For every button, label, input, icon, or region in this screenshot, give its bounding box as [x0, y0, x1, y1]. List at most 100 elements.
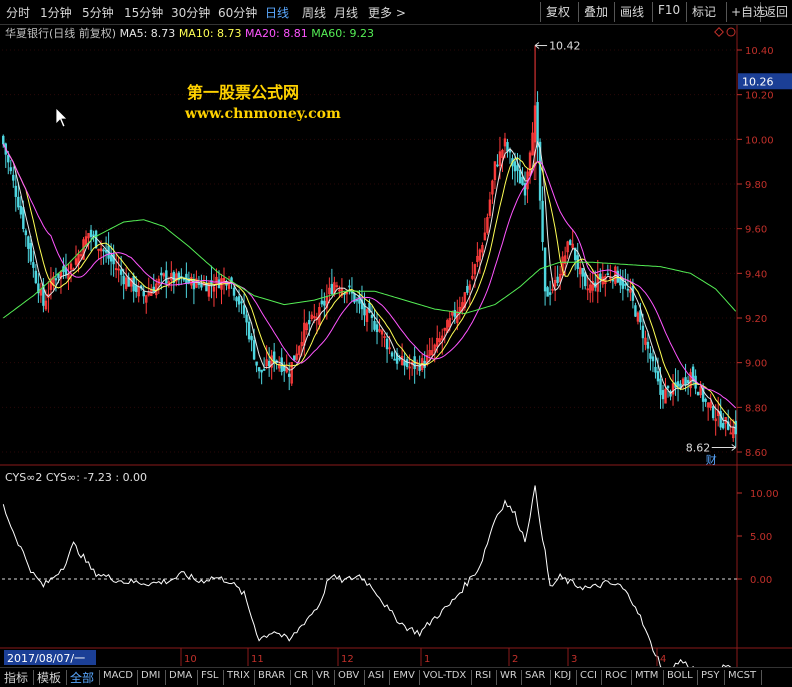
tab-fsl[interactable]: FSL: [201, 670, 219, 681]
tab-trix[interactable]: TRIX: [227, 670, 250, 681]
month-label: 11: [251, 654, 264, 665]
draw-line-button[interactable]: 画线: [620, 3, 644, 20]
f10-button[interactable]: F10: [658, 3, 680, 17]
tab-separator: [197, 670, 198, 685]
month-label: 3: [571, 654, 577, 665]
tf-1min[interactable]: 1分钟: [40, 4, 72, 21]
candle-body: [496, 164, 499, 167]
month-label: 10: [184, 654, 197, 665]
tf-more[interactable]: 更多 >: [368, 4, 406, 21]
candle-body: [22, 207, 25, 230]
candle-body: [348, 285, 351, 288]
tab-vr[interactable]: VR: [316, 670, 330, 681]
tab-kdj[interactable]: KDJ: [554, 670, 571, 681]
tab-cr[interactable]: CR: [294, 670, 308, 681]
candle-body: [453, 309, 457, 317]
tf-daily[interactable]: 日线: [265, 4, 289, 21]
kline-chart[interactable]: 10.4010.2010.009.809.609.409.209.008.808…: [0, 0, 792, 686]
tab-separator: [290, 670, 291, 685]
candle-body: [104, 250, 108, 253]
add-watchlist-button[interactable]: +自选: [731, 3, 765, 20]
tab-mcst[interactable]: MCST: [728, 670, 756, 681]
candle-body: [260, 369, 263, 373]
tab-emv[interactable]: EMV: [393, 670, 415, 681]
high-annotation-label: 10.42: [549, 40, 581, 53]
candle-body: [729, 432, 732, 435]
tf-5min[interactable]: 5分钟: [82, 4, 114, 21]
price-tick-label: 8.60: [745, 448, 767, 459]
tab-separator: [601, 670, 602, 685]
candle-body: [255, 361, 258, 366]
candle-body: [192, 278, 196, 290]
toolbar-separator: [578, 2, 579, 22]
candle-body: [27, 236, 30, 249]
tf-weekly[interactable]: 周线: [302, 4, 326, 21]
tf-monthly[interactable]: 月线: [334, 4, 358, 21]
candle-body: [320, 300, 324, 305]
price-tick-label: 10.40: [745, 46, 774, 57]
back-button[interactable]: 返回: [764, 3, 788, 20]
mouse-cursor-icon: [55, 107, 68, 128]
fuquan-button[interactable]: 复权: [546, 3, 570, 20]
tab-sar[interactable]: SAR: [525, 670, 545, 681]
tab-separator: [389, 670, 390, 685]
tab-asi[interactable]: ASI: [368, 670, 384, 681]
watermark-url: www.chnmoney.com: [185, 106, 341, 122]
tab-roc[interactable]: ROC: [605, 670, 627, 681]
tab-boll[interactable]: BOLL: [667, 670, 693, 681]
candle-body: [232, 287, 236, 296]
price-tick-label: 10.00: [745, 135, 774, 146]
candle-body: [466, 286, 469, 293]
candle-body: [247, 321, 251, 340]
tab-rsi[interactable]: RSI: [475, 670, 491, 681]
stock-title: 华夏银行(日线 前复权): [5, 27, 117, 40]
ma5-value: MA5: 8.73: [119, 27, 176, 40]
ma10-value: MA10: 8.73: [178, 27, 242, 40]
tab-obv[interactable]: OBV: [338, 670, 359, 681]
candle-body: [288, 373, 291, 377]
tab-moban[interactable]: 模板: [37, 669, 61, 686]
tab-all[interactable]: 全部: [70, 669, 94, 686]
tab-dmi[interactable]: DMI: [141, 670, 160, 681]
tab-macd[interactable]: MACD: [103, 670, 133, 681]
price-tick-label: 9.40: [745, 269, 767, 280]
tab-psy[interactable]: PSY: [701, 670, 720, 681]
tab-cci[interactable]: CCI: [580, 670, 597, 681]
candle-body: [536, 102, 539, 148]
tf-30min[interactable]: 30分钟: [171, 4, 210, 21]
candle-body: [584, 272, 587, 287]
price-tick-label: 9.00: [745, 359, 767, 370]
candle-body: [676, 381, 680, 387]
overlay-button[interactable]: 叠加: [584, 3, 608, 20]
tab-separator: [576, 670, 577, 685]
tab-zhibiao[interactable]: 指标: [4, 669, 28, 686]
tab-mtm[interactable]: MTM: [635, 670, 658, 681]
candle-body: [19, 205, 23, 215]
tf-60min[interactable]: 60分钟: [218, 4, 257, 21]
candle-body: [521, 176, 524, 185]
tab-brar[interactable]: BRAR: [258, 670, 285, 681]
mark-button[interactable]: 标记: [692, 3, 716, 20]
tab-wr[interactable]: WR: [500, 670, 517, 681]
tab-dma[interactable]: DMA: [169, 670, 192, 681]
tab-vol-tdx[interactable]: VOL-TDX: [423, 670, 466, 681]
candle-body: [14, 185, 18, 197]
candle-body: [257, 367, 261, 372]
tab-separator: [137, 670, 138, 685]
tab-separator: [419, 670, 420, 685]
candle-body: [686, 380, 690, 384]
candle-body: [242, 305, 246, 315]
indicator-tab-bar: 指标 模板 全部 MACD DMI DMA FSL TRIX BRAR CR VR OBV ASI EMV…: [0, 667, 792, 687]
toolbar-separator: [652, 2, 653, 22]
candle-body: [237, 296, 241, 305]
candle-body: [245, 314, 248, 323]
tab-separator: [254, 670, 255, 685]
tab-separator: [312, 670, 313, 685]
tf-fenshi[interactable]: 分时: [6, 4, 30, 21]
tab-separator: [33, 670, 34, 685]
tf-15min[interactable]: 15分钟: [124, 4, 163, 21]
candle-body: [54, 278, 58, 281]
candle-body: [32, 262, 35, 268]
candle-body: [631, 285, 635, 301]
tab-separator: [631, 670, 632, 685]
